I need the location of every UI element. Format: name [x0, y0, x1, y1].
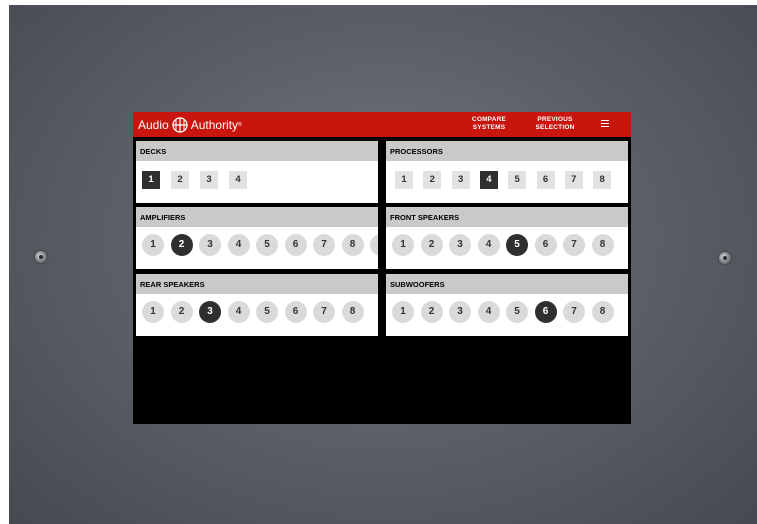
amplifiers-option-4[interactable]: 4 [227, 234, 250, 256]
subwoofers-option-3[interactable]: 3 [449, 301, 471, 323]
front-speakers-option-4[interactable]: 4 [477, 234, 500, 256]
front-speakers-options: 12345678 [386, 227, 628, 269]
front-speakers-option-7[interactable]: 7 [563, 234, 585, 256]
amplifiers-option-8[interactable]: 8 [341, 234, 364, 256]
rear-speakers-options: 12345678 [136, 294, 378, 336]
previous-selection-line1: PREVIOUS [537, 116, 573, 123]
previous-selection-line2: SELECTION [535, 124, 575, 131]
rear-speakers-title: REAR SPEAKERS [136, 275, 378, 294]
front-speakers-option-8[interactable]: 8 [591, 234, 614, 256]
subwoofers-options: 12345678 [386, 294, 628, 336]
decks-option-1-selected[interactable]: 1 [142, 171, 160, 189]
amplifiers-option-2-selected[interactable]: 2 [170, 234, 193, 256]
front-speakers-option-6[interactable]: 6 [534, 234, 557, 256]
processors-option-5[interactable]: 5 [508, 171, 527, 189]
decks-option-2[interactable]: 2 [171, 171, 189, 189]
processors-option-1[interactable]: 1 [395, 171, 413, 189]
processors-option-8[interactable]: 8 [593, 171, 612, 189]
decks-option-3[interactable]: 3 [200, 171, 218, 189]
amplifiers-options: 12345678 [136, 227, 378, 269]
subwoofers-option-5[interactable]: 5 [506, 301, 528, 323]
subwoofers-title: SUBWOOFERS [386, 275, 628, 294]
processors-option-2[interactable]: 2 [423, 171, 442, 189]
processors-option-6[interactable]: 6 [536, 171, 555, 189]
subwoofers-option-4[interactable]: 4 [477, 301, 500, 323]
processors-options: 12345678 [386, 161, 628, 203]
amplifiers-option-1[interactable]: 1 [142, 234, 164, 256]
decks-options: 1234 [136, 161, 378, 203]
amplifiers-title: AMPLIFIERS [136, 208, 378, 227]
subwoofers-option-1[interactable]: 1 [392, 301, 414, 323]
processors-option-7[interactable]: 7 [564, 171, 583, 189]
decks-option-4[interactable]: 4 [229, 171, 247, 189]
rear-speakers-option-4[interactable]: 4 [227, 301, 250, 323]
processors-title: PROCESSORS [386, 142, 628, 161]
logo-text-audio: Audio [138, 118, 169, 132]
amplifiers-overflow-option[interactable] [370, 234, 378, 256]
previous-selection-button[interactable]: PREVIOUS SELECTION [533, 116, 577, 132]
rear-speakers-option-6[interactable]: 6 [284, 301, 307, 323]
front-speakers-option-3[interactable]: 3 [449, 234, 471, 256]
logo-text-authority: Authority [190, 118, 239, 132]
amplifiers-option-5[interactable]: 5 [256, 234, 278, 256]
rear-speakers-option-7[interactable]: 7 [313, 301, 335, 323]
subwoofers-option-7[interactable]: 7 [563, 301, 585, 323]
hamburger-menu-icon[interactable] [601, 120, 609, 127]
front-speakers-option-5-selected[interactable]: 5 [506, 234, 528, 256]
front-speakers-option-2[interactable]: 2 [420, 234, 443, 256]
compare-systems-button[interactable]: COMPARE SYSTEMS [469, 116, 509, 132]
rear-speakers-option-3-selected[interactable]: 3 [199, 301, 221, 323]
front-speakers-option-1[interactable]: 1 [392, 234, 414, 256]
rear-speakers-card: REAR SPEAKERS 12345678 [136, 274, 378, 336]
audio-authority-logo: Audio Authority ® [138, 117, 242, 133]
subwoofers-option-8[interactable]: 8 [591, 301, 614, 323]
subwoofers-option-2[interactable]: 2 [420, 301, 443, 323]
front-speakers-card: FRONT SPEAKERS 12345678 [386, 207, 628, 269]
rear-speakers-option-5[interactable]: 5 [256, 301, 278, 323]
right-screw-icon [719, 252, 731, 264]
subwoofers-option-6-selected[interactable]: 6 [534, 301, 557, 323]
processors-card: PROCESSORS 12345678 [386, 141, 628, 203]
subwoofers-card: SUBWOOFERS 12345678 [386, 274, 628, 336]
left-screw-icon [35, 251, 47, 263]
processors-option-4-selected[interactable]: 4 [479, 171, 498, 189]
decks-card: DECKS 1234 [136, 141, 378, 203]
rear-speakers-option-2[interactable]: 2 [170, 301, 193, 323]
compare-systems-line2: SYSTEMS [472, 124, 506, 131]
amplifiers-option-3[interactable]: 3 [199, 234, 221, 256]
registered-mark: ® [238, 122, 242, 128]
compare-systems-line1: COMPARE [471, 116, 507, 123]
amplifiers-card: AMPLIFIERS 12345678 [136, 207, 378, 269]
front-speakers-title: FRONT SPEAKERS [386, 208, 628, 227]
amplifiers-option-6[interactable]: 6 [284, 234, 307, 256]
amplifiers-option-7[interactable]: 7 [313, 234, 335, 256]
logo-mark-icon [172, 117, 188, 133]
processors-option-3[interactable]: 3 [451, 171, 470, 189]
rear-speakers-option-1[interactable]: 1 [142, 301, 164, 323]
decks-title: DECKS [136, 142, 378, 161]
rear-speakers-option-8[interactable]: 8 [341, 301, 364, 323]
touch-screen: Audio Authority ® COMPARE SYSTEMS PREVIO… [133, 112, 631, 424]
header-bar: Audio Authority ® COMPARE SYSTEMS PREVIO… [133, 112, 631, 137]
